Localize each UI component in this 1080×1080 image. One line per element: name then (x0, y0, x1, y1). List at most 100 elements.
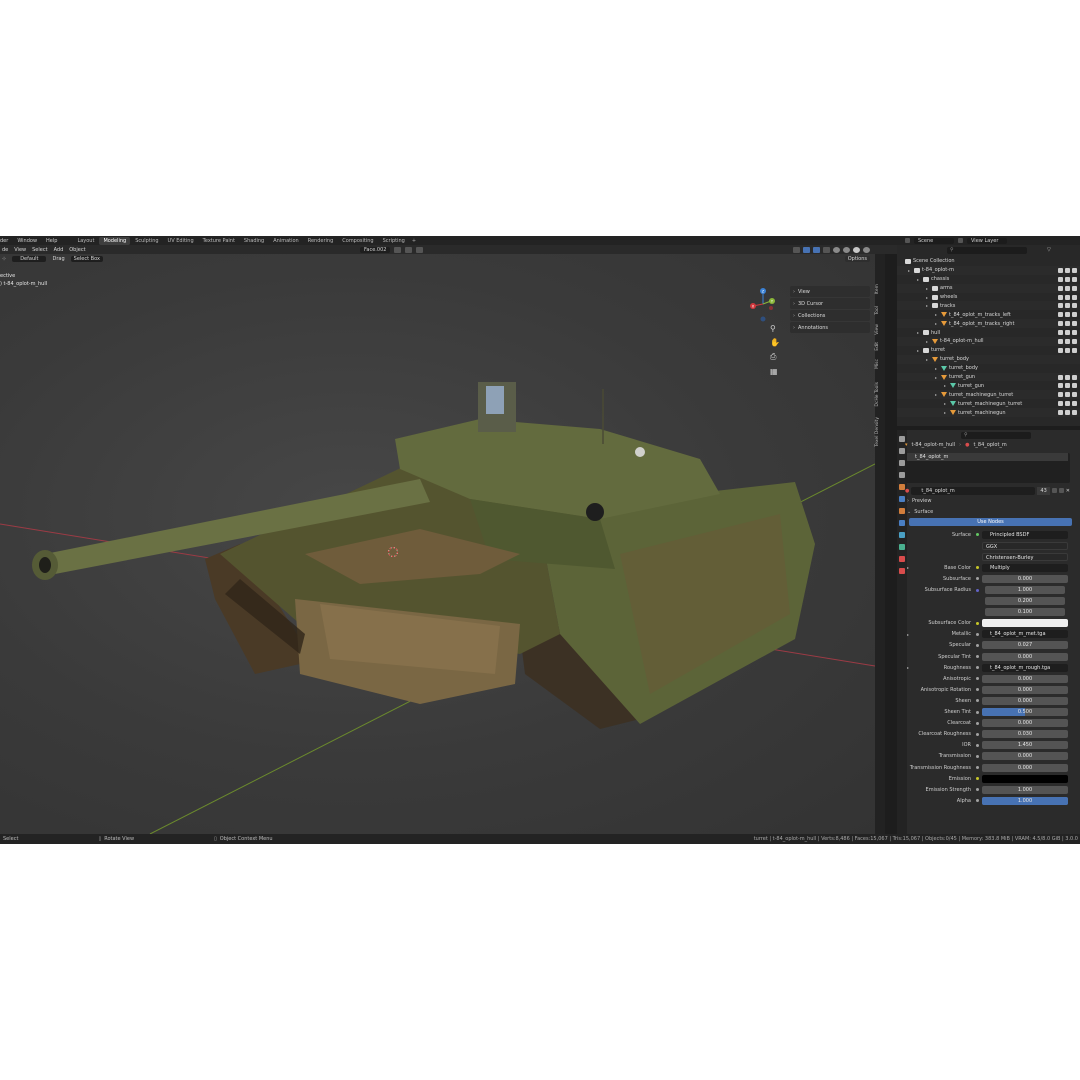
material-name-field[interactable]: t_84_oplot_m (911, 486, 1036, 495)
visibility-icon[interactable] (793, 246, 800, 253)
socket-dot-icon[interactable] (976, 533, 979, 537)
outliner-row[interactable]: ▸ t-84_oplot-m (897, 265, 1080, 275)
socket-dot-icon[interactable] (976, 643, 979, 647)
outliner-search-input[interactable]: ⚲ (947, 246, 1027, 254)
material-slot-item[interactable]: t_84_oplot_m (907, 453, 1068, 461)
socket-dot-icon[interactable] (976, 699, 979, 703)
eye-icon[interactable] (1065, 267, 1070, 273)
outliner-row[interactable]: ▸ t_84_oplot_m_tracks_left (897, 310, 1080, 319)
view-layer-selector[interactable]: View Layer (967, 237, 1007, 244)
eye-icon[interactable] (1065, 312, 1070, 318)
fake-user-icon[interactable] (1051, 488, 1057, 493)
exclude-checkbox-icon[interactable] (1058, 374, 1063, 380)
tab-scripting[interactable]: Scripting (379, 237, 409, 245)
add-menu[interactable]: Add (54, 247, 64, 253)
camera-render-icon[interactable] (1072, 321, 1077, 327)
color-swatch[interactable] (982, 619, 1068, 628)
sidebar-tab-edit[interactable]: Edit (875, 342, 885, 351)
camera-render-icon[interactable] (1072, 401, 1077, 407)
value-slider[interactable]: 0.100 (985, 608, 1065, 617)
camera-render-icon[interactable] (1072, 410, 1077, 416)
outliner-row[interactable]: ▸ wheels (897, 293, 1080, 302)
select-menu[interactable]: Select (32, 247, 47, 253)
properties-search-input[interactable]: ⚲ (961, 431, 1031, 439)
outliner-row[interactable]: ▸ arms (897, 283, 1080, 293)
exclude-checkbox-icon[interactable] (1058, 285, 1063, 291)
socket-dot-icon[interactable] (976, 677, 979, 681)
value-slider[interactable]: 0.000 (982, 652, 1068, 661)
gizmo-neg-x-icon[interactable] (769, 306, 773, 310)
socket-dot-icon[interactable] (976, 688, 979, 692)
socket-dot-icon[interactable] (976, 754, 979, 758)
sidebar-tab-dche-tools[interactable]: DcHe Tools (875, 382, 885, 407)
face-selector[interactable]: Face.002 (360, 246, 391, 253)
breadcrumb-material[interactable]: t_84_oplot_m (973, 442, 1006, 448)
camera-render-icon[interactable] (1072, 392, 1077, 398)
value-slider[interactable]: 1.450 (982, 741, 1068, 750)
orientation-dropdown[interactable]: Default (12, 255, 47, 262)
mode-selector[interactable]: de (2, 247, 8, 253)
camera-render-icon[interactable] (1072, 330, 1077, 336)
sidebar-row-collections[interactable]: › Collections (790, 310, 870, 321)
material-browse-icon[interactable]: ● (905, 488, 909, 494)
eye-icon[interactable] (1065, 401, 1070, 407)
menu-item-1[interactable]: Window (17, 238, 37, 244)
gizmo-toggle-icon[interactable] (803, 246, 810, 253)
value-slider[interactable]: 0.000 (982, 574, 1068, 583)
gizmo-neg-z-icon[interactable] (760, 316, 766, 322)
eye-icon[interactable] (1065, 276, 1070, 282)
breadcrumb-object[interactable]: t-84_oplot-m_hull (912, 442, 956, 448)
filter-icon[interactable]: ▽ (1047, 247, 1051, 253)
value-slider[interactable]: 0.000 (982, 696, 1068, 705)
camera-render-icon[interactable] (1072, 303, 1077, 309)
linked-node-field[interactable]: Principled BSDF (982, 530, 1068, 539)
expand-chevron-icon[interactable]: ▸ (907, 632, 909, 637)
value-slider[interactable]: 0.000 (982, 763, 1068, 772)
socket-dot-icon[interactable] (976, 588, 979, 592)
material-users-count[interactable]: 43 (1037, 486, 1050, 495)
exclude-checkbox-icon[interactable] (1058, 338, 1063, 344)
linked-node-field[interactable]: t_84_oplot_m_met.tga (982, 630, 1068, 639)
rendered-shading-icon[interactable] (863, 246, 870, 253)
outliner-row[interactable]: ▸ chassis (897, 275, 1080, 284)
view-menu[interactable]: View (14, 247, 26, 253)
exclude-checkbox-icon[interactable] (1058, 401, 1063, 407)
navigation-gizmo[interactable]: Z X Y (748, 286, 778, 326)
surface-panel-header[interactable]: ⌄ Surface (901, 506, 1080, 517)
select-box-dropdown[interactable]: Select Box (70, 255, 103, 262)
sidebar-tab-misc[interactable]: Misc (875, 359, 885, 369)
eye-icon[interactable] (1065, 374, 1070, 380)
tab-compositing[interactable]: Compositing (338, 237, 377, 245)
3d-viewport[interactable]: ective ) t-84_oplot-m_hull Z X Y ⚲ ✋ ⎙ ▦… (0, 254, 875, 834)
material-slot-list[interactable]: t_84_oplot_m (905, 453, 1070, 483)
socket-dot-icon[interactable] (976, 577, 979, 581)
exclude-checkbox-icon[interactable] (1058, 267, 1063, 273)
outliner-row[interactable]: Scene Collection (897, 257, 1080, 266)
tab-uv-editing[interactable]: UV Editing (164, 237, 198, 245)
dropdown[interactable]: Christensen-Burley (982, 552, 1068, 561)
camera-render-icon[interactable] (1072, 267, 1077, 273)
pivot-icon[interactable] (394, 246, 402, 253)
menu-item-2[interactable]: Help (46, 238, 57, 244)
outliner-row[interactable]: ▸ turret_body (897, 364, 1080, 373)
expand-chevron-icon[interactable]: ▸ (907, 665, 909, 670)
sidebar-row-annotations[interactable]: › Annotations (790, 322, 870, 333)
snap-icon[interactable] (405, 246, 413, 253)
sidebar-row-3d-cursor[interactable]: › 3D Cursor (790, 298, 870, 309)
camera-render-icon[interactable] (1072, 276, 1077, 282)
sidebar-tab-view[interactable]: View (875, 324, 885, 335)
value-slider[interactable]: 0.200 (985, 597, 1065, 606)
perspective-grid-icon[interactable]: ▦ (770, 367, 780, 376)
use-nodes-button[interactable]: Use Nodes (909, 518, 1072, 526)
value-slider[interactable]: 0.500 (982, 708, 1068, 717)
value-slider[interactable]: 1.000 (982, 796, 1068, 805)
tab-texture-paint[interactable]: Texture Paint (199, 237, 239, 245)
socket-dot-icon[interactable] (976, 666, 979, 670)
value-slider[interactable]: 0.000 (982, 685, 1068, 694)
tab-animation[interactable]: Animation (269, 237, 303, 245)
exclude-checkbox-icon[interactable] (1058, 312, 1063, 318)
exclude-checkbox-icon[interactable] (1058, 321, 1063, 327)
socket-dot-icon[interactable] (976, 743, 979, 747)
value-slider[interactable]: 0.027 (982, 641, 1068, 650)
value-slider[interactable]: 1.000 (985, 586, 1065, 595)
